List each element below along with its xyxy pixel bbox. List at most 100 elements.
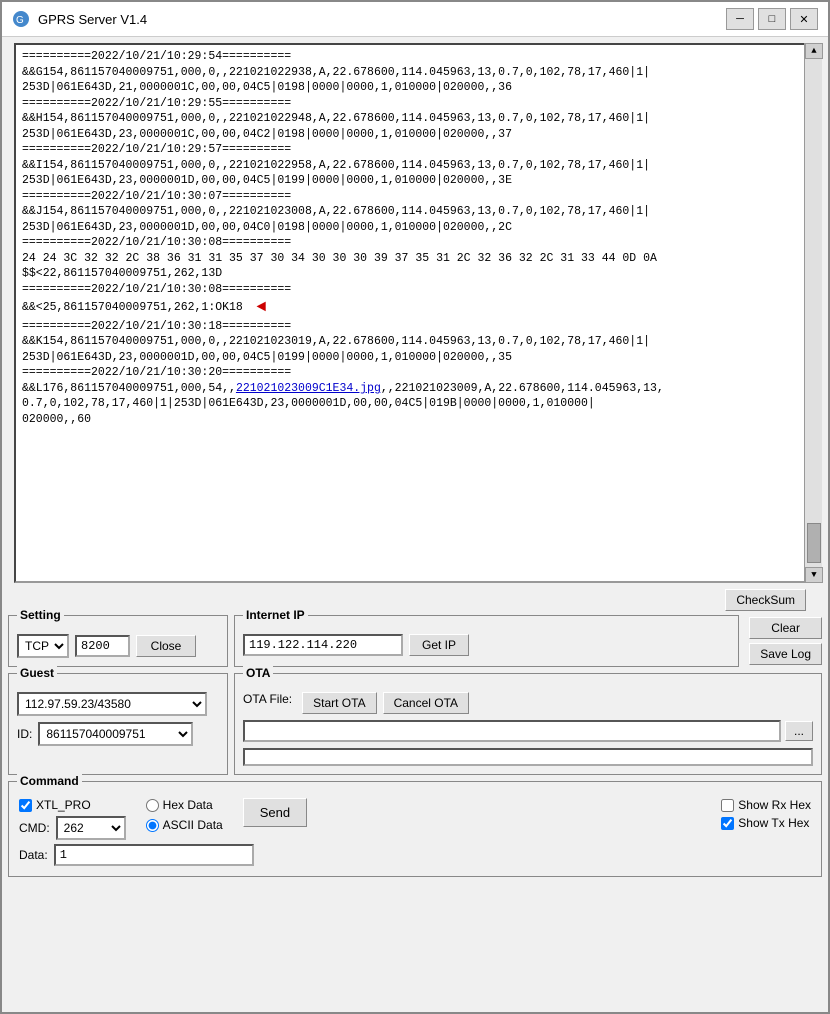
ota-btns-row: OTA File: Start OTA Cancel OTA [243, 692, 813, 714]
log-line: 020000,,60 [22, 412, 808, 428]
scroll-up-arrow[interactable]: ▲ [805, 43, 823, 59]
ota-inner: OTA File: Start OTA Cancel OTA ... [243, 692, 813, 766]
log-line: &&G154,861157040009751,000,0,,2210210229… [22, 65, 808, 81]
cmd-select[interactable]: 262 [56, 816, 126, 840]
show-rx-hex-label: Show Rx Hex [738, 798, 811, 812]
send-area: Send [243, 798, 307, 827]
guest-ota-row: Guest 112.97.59.23/43580 ID: 86115704000… [2, 673, 828, 781]
log-line: ==========2022/10/21/10:29:57========== [22, 142, 808, 158]
save-log-button[interactable]: Save Log [749, 643, 822, 665]
ota-panel: OTA OTA File: Start OTA Cancel OTA ... [234, 673, 822, 775]
log-line: &&H154,861157040009751,000,0,,2210210229… [22, 111, 808, 127]
internet-label: Internet IP [243, 608, 308, 622]
scroll-thumb[interactable] [807, 523, 821, 563]
checksum-button[interactable]: CheckSum [725, 589, 806, 611]
browse-button[interactable]: ... [785, 721, 813, 741]
clear-button[interactable]: Clear [749, 617, 822, 639]
log-line: ==========2022/10/21/10:30:20========== [22, 365, 808, 381]
hex-data-row: Hex Data [146, 798, 223, 812]
minimize-button[interactable]: ─ [726, 8, 754, 30]
setting-panel: Setting TCP Close [8, 615, 228, 667]
internet-inner: Get IP [243, 634, 730, 656]
id-label: ID: [17, 727, 32, 741]
log-line: &&<25,861157040009751,262,1:OK18 ◄ [22, 297, 808, 319]
ascii-data-row: ASCII Data [146, 818, 223, 832]
title-controls: ─ □ ✕ [726, 8, 818, 30]
send-button[interactable]: Send [243, 798, 307, 827]
xtl-pro-label: XTL_PRO [36, 798, 91, 812]
log-line: ==========2022/10/21/10:30:08========== [22, 282, 808, 298]
ip-input[interactable] [243, 634, 403, 656]
xtl-pro-row: XTL_PRO [19, 798, 126, 812]
log-line: ==========2022/10/21/10:30:08========== [22, 235, 808, 251]
hex-data-radio[interactable] [146, 799, 159, 812]
maximize-button[interactable]: □ [758, 8, 786, 30]
port-input[interactable] [75, 635, 130, 657]
data-row: Data: [19, 844, 811, 866]
log-line: ==========2022/10/21/10:30:07========== [22, 189, 808, 205]
protocol-select[interactable]: TCP [17, 634, 69, 658]
cmd-left: XTL_PRO CMD: 262 [19, 798, 126, 840]
guest-select[interactable]: 112.97.59.23/43580 [17, 692, 207, 716]
log-area: ==========2022/10/21/10:29:54==========&… [14, 43, 816, 583]
log-line: 253D|061E643D,23,0000001D,00,00,04C5|019… [22, 173, 808, 189]
close-connection-button[interactable]: Close [136, 635, 196, 657]
show-tx-hex-checkbox[interactable] [721, 817, 734, 830]
xtl-pro-checkbox[interactable] [19, 799, 32, 812]
guest-panel: Guest 112.97.59.23/43580 ID: 86115704000… [8, 673, 228, 775]
ascii-data-radio[interactable] [146, 819, 159, 832]
log-line: &&I154,861157040009751,000,0,,2210210229… [22, 158, 808, 174]
ota-file-input[interactable] [243, 720, 781, 742]
ota-file-prefix-label: OTA File: [243, 692, 292, 714]
window-title: GPRS Server V1.4 [38, 12, 147, 27]
close-button[interactable]: ✕ [790, 8, 818, 30]
log-line: ==========2022/10/21/10:29:54========== [22, 49, 808, 65]
log-line: 253D|061E643D,23,0000001D,00,00,04C5|019… [22, 350, 808, 366]
cmd-right: Show Rx Hex Show Tx Hex [721, 798, 811, 830]
start-ota-button[interactable]: Start OTA [302, 692, 376, 714]
get-ip-button[interactable]: Get IP [409, 634, 469, 656]
show-rx-hex-row: Show Rx Hex [721, 798, 811, 812]
show-rx-hex-checkbox[interactable] [721, 799, 734, 812]
log-line: 24 24 3C 32 32 2C 38 36 31 31 35 37 30 3… [22, 251, 808, 267]
guest-label: Guest [17, 666, 57, 680]
title-bar: G GPRS Server V1.4 ─ □ ✕ [2, 2, 828, 37]
clear-save-col: Clear Save Log [749, 615, 822, 667]
log-line: 253D|061E643D,21,0000001C,00,00,04C5|019… [22, 80, 808, 96]
guest-dropdown-row: 112.97.59.23/43580 [17, 692, 219, 716]
setting-internet-row: Setting TCP Close Internet IP Get IP Cle… [2, 615, 828, 673]
setting-inner: TCP Close [17, 634, 219, 658]
log-line: 253D|061E643D,23,0000001C,00,00,04C2|019… [22, 127, 808, 143]
main-window: G GPRS Server V1.4 ─ □ ✕ ==========2022/… [0, 0, 830, 1014]
id-select[interactable]: 861157040009751 [38, 722, 193, 746]
ascii-data-label: ASCII Data [163, 818, 223, 832]
checksum-row: CheckSum [2, 589, 828, 611]
guest-inner: 112.97.59.23/43580 ID: 861157040009751 [17, 692, 219, 746]
log-line: &&L176,861157040009751,000,54,,221021023… [22, 381, 808, 397]
data-input[interactable] [54, 844, 254, 866]
cmd-mid: Hex Data ASCII Data [146, 798, 223, 832]
setting-label: Setting [17, 608, 64, 622]
hex-data-label: Hex Data [163, 798, 213, 812]
log-link: 221021023009C1E34.jpg [236, 382, 381, 395]
log-line: $$<22,861157040009751,262,13D [22, 266, 808, 282]
ota-label: OTA [243, 666, 273, 680]
svg-text:G: G [16, 15, 24, 26]
command-label: Command [17, 774, 82, 788]
show-tx-hex-row: Show Tx Hex [721, 816, 811, 830]
scrollbar[interactable]: ▲ ▼ [804, 43, 822, 583]
log-line: 0.7,0,102,78,17,460|1|253D|061E643D,23,0… [22, 396, 808, 412]
internet-panel: Internet IP Get IP [234, 615, 739, 667]
cmd-row: CMD: 262 [19, 816, 126, 840]
command-inner: XTL_PRO CMD: 262 Hex Data ASCII Data [19, 798, 811, 840]
data-label: Data: [19, 848, 48, 862]
log-line: 253D|061E643D,23,0000001D,00,00,04C0|019… [22, 220, 808, 236]
cancel-ota-button[interactable]: Cancel OTA [383, 692, 469, 714]
scroll-down-arrow[interactable]: ▼ [805, 567, 823, 583]
log-line: ==========2022/10/21/10:29:55========== [22, 96, 808, 112]
log-ok-line: &&<25,861157040009751,262,1:OK18 [22, 300, 243, 316]
show-tx-hex-label: Show Tx Hex [738, 816, 809, 830]
cmd-label: CMD: [19, 821, 50, 835]
log-line: ==========2022/10/21/10:30:18========== [22, 319, 808, 335]
log-line: &&J154,861157040009751,000,0,,2210210230… [22, 204, 808, 220]
